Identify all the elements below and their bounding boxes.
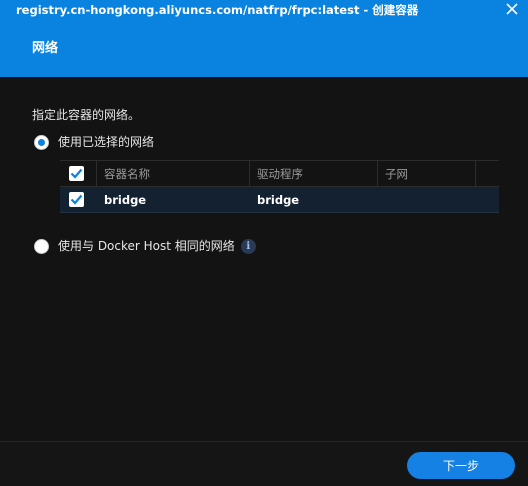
table-row[interactable]: bridge bridge bbox=[60, 187, 499, 213]
radio-host-network-label: 使用与 Docker Host 相同的网络 bbox=[58, 239, 235, 253]
radio-selected-network-label: 使用已选择的网络 bbox=[58, 135, 155, 149]
row-network-subnet bbox=[378, 187, 476, 212]
radio-button-selected[interactable] bbox=[34, 134, 49, 150]
row-network-driver: bridge bbox=[257, 193, 300, 207]
column-header-subnet[interactable]: 子网 bbox=[378, 161, 476, 186]
row-network-name: bridge bbox=[104, 193, 147, 207]
column-header-container-name[interactable]: 容器名称 bbox=[97, 161, 250, 186]
column-header-extra bbox=[476, 161, 499, 186]
info-icon[interactable]: i bbox=[240, 238, 256, 254]
radio-selected-network[interactable]: 使用已选择的网络 bbox=[34, 134, 154, 150]
table-header-row: 容器名称 驱动程序 子网 bbox=[60, 160, 499, 187]
column-header-driver[interactable]: 驱动程序 bbox=[250, 161, 378, 186]
next-button[interactable]: 下一步 bbox=[407, 452, 515, 479]
network-description: 指定此容器的网络。 bbox=[32, 108, 141, 122]
select-all-checkbox-cell[interactable] bbox=[60, 161, 97, 186]
radio-button-host[interactable] bbox=[34, 238, 49, 254]
window-title: registry.cn-hongkong.aliyuncs.com/natfrp… bbox=[16, 3, 419, 17]
row-checkbox-cell[interactable] bbox=[60, 187, 97, 212]
section-title: 网络 bbox=[32, 41, 59, 56]
dialog-content: 指定此容器的网络。 使用已选择的网络 容器名称 驱动程序 子网 bridge b… bbox=[0, 77, 528, 441]
dialog-footer: 下一步 bbox=[0, 441, 528, 486]
radio-host-network[interactable]: 使用与 Docker Host 相同的网络 i bbox=[34, 238, 256, 254]
select-all-checkbox[interactable] bbox=[69, 166, 84, 181]
row-extra bbox=[476, 187, 499, 212]
row-checkbox[interactable] bbox=[69, 192, 84, 207]
close-icon[interactable] bbox=[506, 3, 518, 15]
network-table: 容器名称 驱动程序 子网 bridge bridge bbox=[60, 160, 499, 213]
dialog-header: registry.cn-hongkong.aliyuncs.com/natfrp… bbox=[0, 0, 528, 77]
